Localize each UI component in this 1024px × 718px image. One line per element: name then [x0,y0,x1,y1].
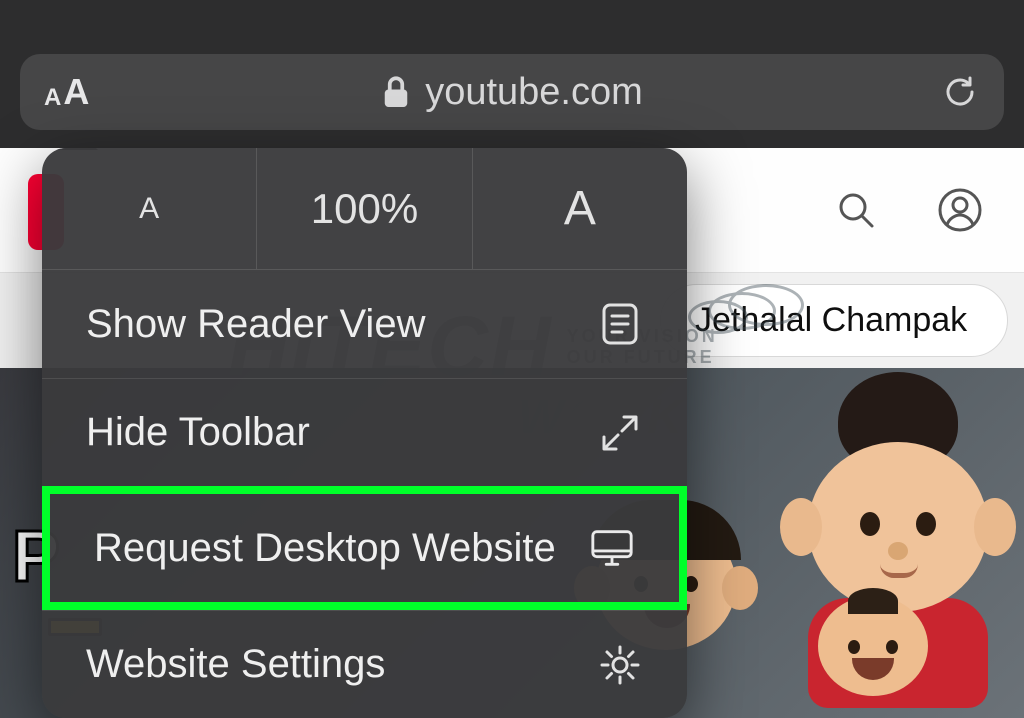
aa-menu-popup: A 100% A Show Reader View Hide Toolbar [42,148,687,718]
zoom-out-button[interactable]: A [42,148,257,269]
menu-request-desktop-website[interactable]: Request Desktop Website [42,486,687,610]
desktop-icon [589,525,635,571]
thumbnail-figure [818,596,928,696]
menu-item-label: Hide Toolbar [86,410,310,455]
reader-icon [597,301,643,347]
search-icon[interactable] [832,186,880,234]
menu-item-label: Request Desktop Website [94,526,556,571]
reload-button[interactable] [940,72,980,112]
url-domain: youtube.com [425,71,643,114]
menu-website-settings[interactable]: Website Settings [42,610,687,718]
safari-address-bar: AA youtube.com [0,0,1024,148]
zoom-level: 100% [257,148,472,269]
url-pill[interactable]: AA youtube.com [20,54,1004,130]
gear-icon [597,642,643,688]
account-icon[interactable] [936,186,984,234]
menu-item-label: Website Settings [86,642,385,687]
zoom-row: A 100% A [42,148,687,270]
aa-button[interactable]: AA [44,74,89,110]
menu-hide-toolbar[interactable]: Hide Toolbar [42,378,687,486]
zoom-in-button[interactable]: A [473,148,687,269]
chip-item[interactable]: Jethalal Champak [660,284,1008,357]
expand-icon [597,410,643,456]
menu-item-label: Show Reader View [86,302,425,347]
menu-show-reader-view[interactable]: Show Reader View [42,270,687,378]
lock-icon [381,74,411,110]
